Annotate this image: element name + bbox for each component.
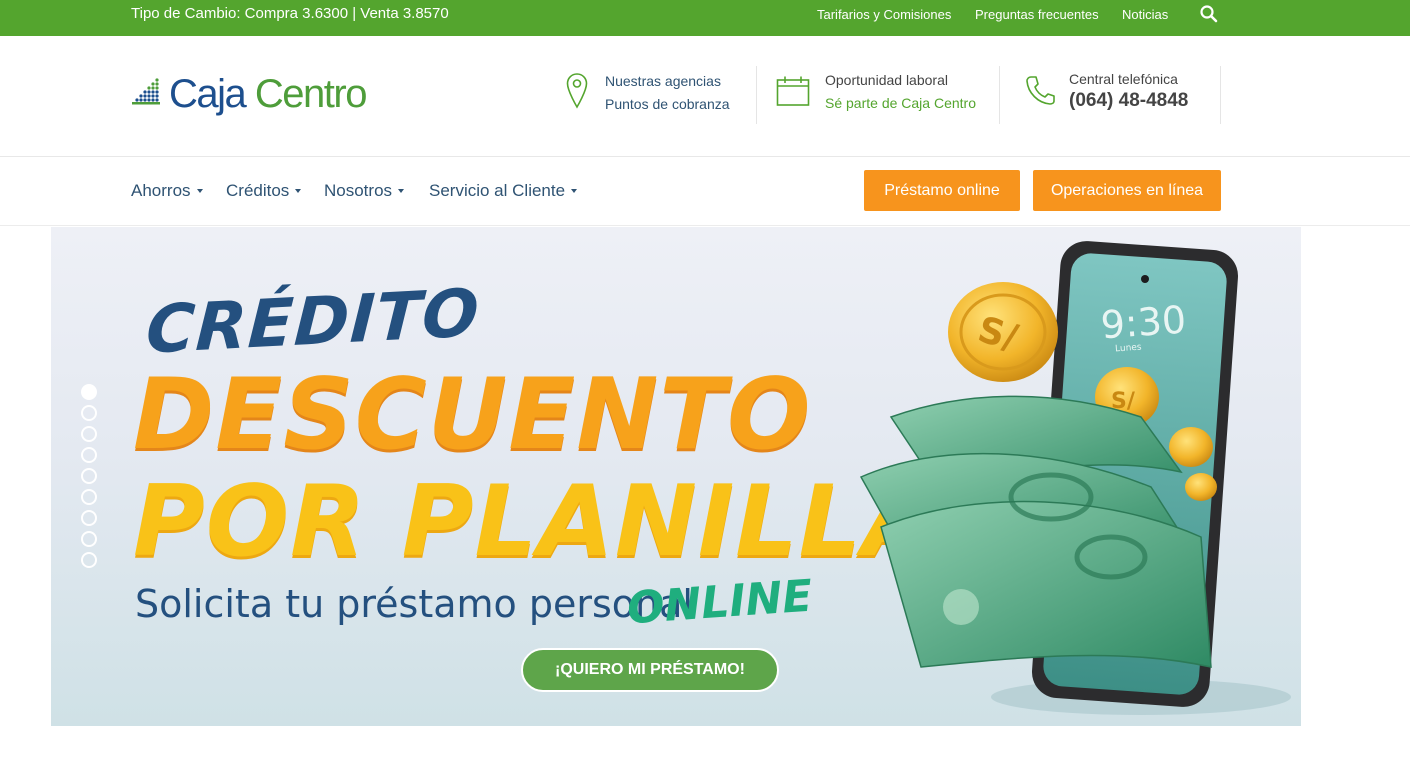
jobs-link[interactable]: Sé parte de Caja Centro [825, 94, 976, 112]
phone-day: Lunes [1115, 343, 1142, 355]
nav-nosotros[interactable]: Nosotros [324, 181, 405, 201]
agencies-link[interactable]: Nuestras agencias [605, 72, 721, 90]
caja-centro-logo[interactable]: Caja Centro [131, 71, 371, 121]
payment-points-link[interactable]: Puntos de cobranza [605, 95, 730, 113]
logo-dots-icon [132, 78, 160, 105]
chevron-down-icon [196, 188, 203, 193]
nav-creditos[interactable]: Créditos [226, 181, 302, 201]
chevron-down-icon [571, 188, 578, 193]
slider-dot-5[interactable] [81, 468, 97, 484]
prestamo-online-button[interactable]: Préstamo online [864, 170, 1020, 211]
agencies-block[interactable]: Nuestras agencias Puntos de cobranza [565, 66, 750, 126]
slider-dot-3[interactable] [81, 426, 97, 442]
search-icon[interactable] [1199, 4, 1219, 24]
link-tarifarios[interactable]: Tarifarios y Comisiones [817, 7, 951, 23]
hero-banner[interactable]: CRÉDITO DESCUENTO POR PLANILLA Solicita … [51, 227, 1301, 726]
calendar-icon [776, 76, 810, 106]
phone-block: Central telefónica (064) 48-4848 [1025, 66, 1215, 126]
chevron-down-icon [295, 188, 302, 193]
slider-dot-1[interactable] [81, 384, 97, 400]
link-noticias[interactable]: Noticias [1122, 7, 1168, 23]
banner-title-planilla: POR PLANILLA [133, 465, 940, 579]
link-preguntas[interactable]: Preguntas frecuentes [975, 7, 1099, 23]
slider-dot-2[interactable] [81, 405, 97, 421]
top-bar: Tipo de Cambio: Compra 3.6300 | Venta 3.… [0, 0, 1410, 36]
slider-dot-6[interactable] [81, 489, 97, 505]
header-divider [756, 66, 757, 124]
chevron-down-icon [398, 188, 405, 193]
banner-title-credito: CRÉDITO [144, 274, 482, 369]
banner-subtitle: Solicita tu préstamo personal [135, 582, 693, 626]
quiero-mi-prestamo-button[interactable]: ¡QUIERO MI PRÉSTAMO! [521, 648, 779, 692]
slider-dot-7[interactable] [81, 510, 97, 526]
logo-text: Caja Centro [169, 72, 367, 116]
phone-money-illustration: 9:30 Lunes S/ S/ [859, 241, 1291, 715]
banner-title-descuento: DESCUENTO [133, 358, 812, 472]
map-pin-icon [566, 73, 588, 109]
exchange-rate: Tipo de Cambio: Compra 3.6300 | Venta 3.… [131, 5, 449, 22]
nav-ahorros[interactable]: Ahorros [131, 181, 203, 201]
phone-title: Central telefónica [1069, 71, 1178, 87]
phone-icon [1026, 76, 1055, 105]
nav-servicio-cliente[interactable]: Servicio al Cliente [429, 181, 578, 201]
operaciones-en-linea-button[interactable]: Operaciones en línea [1033, 170, 1221, 211]
phone-time: 9:30 [1099, 298, 1187, 348]
site-header: Caja Centro Nuestras agencias Puntos de … [0, 36, 1410, 157]
header-divider [1220, 66, 1221, 124]
jobs-block[interactable]: Oportunidad laboral Sé parte de Caja Cen… [776, 66, 991, 126]
slider-dot-4[interactable] [81, 447, 97, 463]
banner-online: ONLINE [625, 570, 815, 635]
phone-number[interactable]: (064) 48-4848 [1069, 90, 1188, 112]
main-nav: Ahorros Créditos Nosotros Servicio al Cl… [0, 157, 1410, 226]
slider-dot-9[interactable] [81, 552, 97, 568]
slider-dot-8[interactable] [81, 531, 97, 547]
jobs-title: Oportunidad laboral [825, 72, 948, 88]
header-divider [999, 66, 1000, 124]
